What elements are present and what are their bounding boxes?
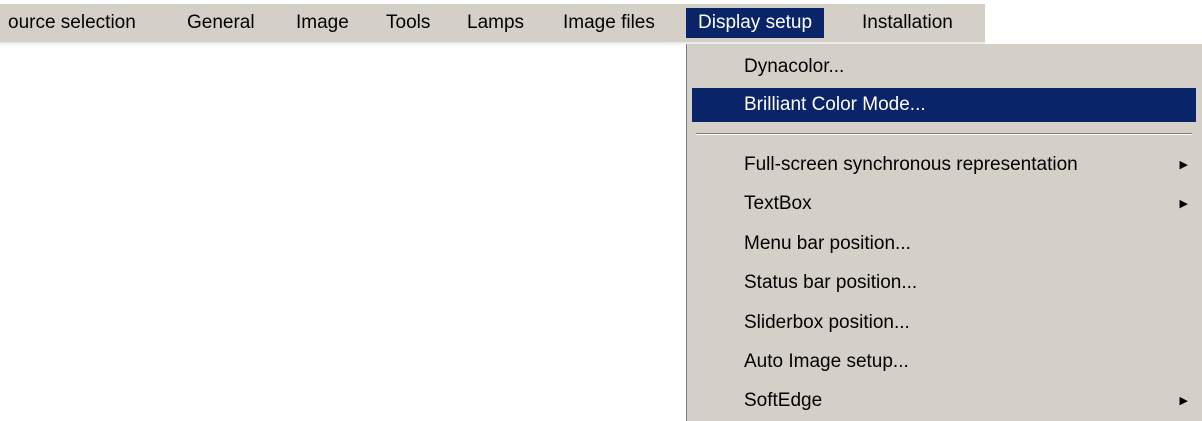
menu-item-dynacolor[interactable]: Dynacolor... bbox=[692, 50, 1196, 84]
menu-image-files[interactable]: Image files bbox=[553, 8, 665, 38]
menu-item-auto-image-setup[interactable]: Auto Image setup... bbox=[692, 345, 1196, 379]
menu-item-label: Sliderbox position... bbox=[744, 312, 910, 333]
menu-item-label: TextBox bbox=[744, 193, 812, 214]
menu-item-softedge[interactable]: SoftEdge ▶ bbox=[692, 384, 1196, 418]
menu-item-label: Brilliant Color Mode... bbox=[744, 94, 926, 115]
menu-installation[interactable]: Installation bbox=[852, 8, 963, 38]
menu-display-setup[interactable]: Display setup bbox=[686, 8, 825, 38]
menu-item-label: SoftEdge bbox=[744, 390, 823, 411]
chevron-right-icon: ▶ bbox=[1179, 198, 1188, 210]
display-setup-dropdown: Dynacolor... Brilliant Color Mode... Ful… bbox=[684, 44, 1202, 421]
menu-item-label: Full-screen synchronous representation bbox=[744, 154, 1078, 175]
menu-item-label: Status bar position... bbox=[744, 272, 918, 293]
menu-item-textbox[interactable]: TextBox ▶ bbox=[692, 187, 1196, 221]
menu-image[interactable]: Image bbox=[286, 8, 359, 38]
menu-source-selection[interactable]: ource selection bbox=[0, 8, 146, 38]
menu-item-label: Menu bar position... bbox=[744, 233, 911, 254]
menu-separator bbox=[696, 133, 1192, 135]
menu-lamps[interactable]: Lamps bbox=[457, 8, 534, 38]
menu-item-label: Dynacolor... bbox=[744, 56, 845, 77]
chevron-right-icon: ▶ bbox=[1179, 159, 1188, 171]
chevron-right-icon: ▶ bbox=[1179, 395, 1188, 407]
menu-item-brilliant-color-mode[interactable]: Brilliant Color Mode... bbox=[692, 88, 1196, 122]
screen: ource selection General Image Tools Lamp… bbox=[0, 0, 1202, 421]
menu-item-menu-bar-position[interactable]: Menu bar position... bbox=[692, 227, 1196, 261]
menu-item-status-bar-position[interactable]: Status bar position... bbox=[692, 266, 1196, 300]
menu-tools[interactable]: Tools bbox=[376, 8, 440, 38]
menu-bar: ource selection General Image Tools Lamp… bbox=[0, 4, 985, 42]
menu-item-full-screen-synchronous-representation[interactable]: Full-screen synchronous representation ▶ bbox=[692, 148, 1196, 182]
menu-general[interactable]: General bbox=[177, 8, 265, 38]
menu-item-sliderbox-position[interactable]: Sliderbox position... bbox=[692, 306, 1196, 340]
menu-item-label: Auto Image setup... bbox=[744, 351, 909, 372]
